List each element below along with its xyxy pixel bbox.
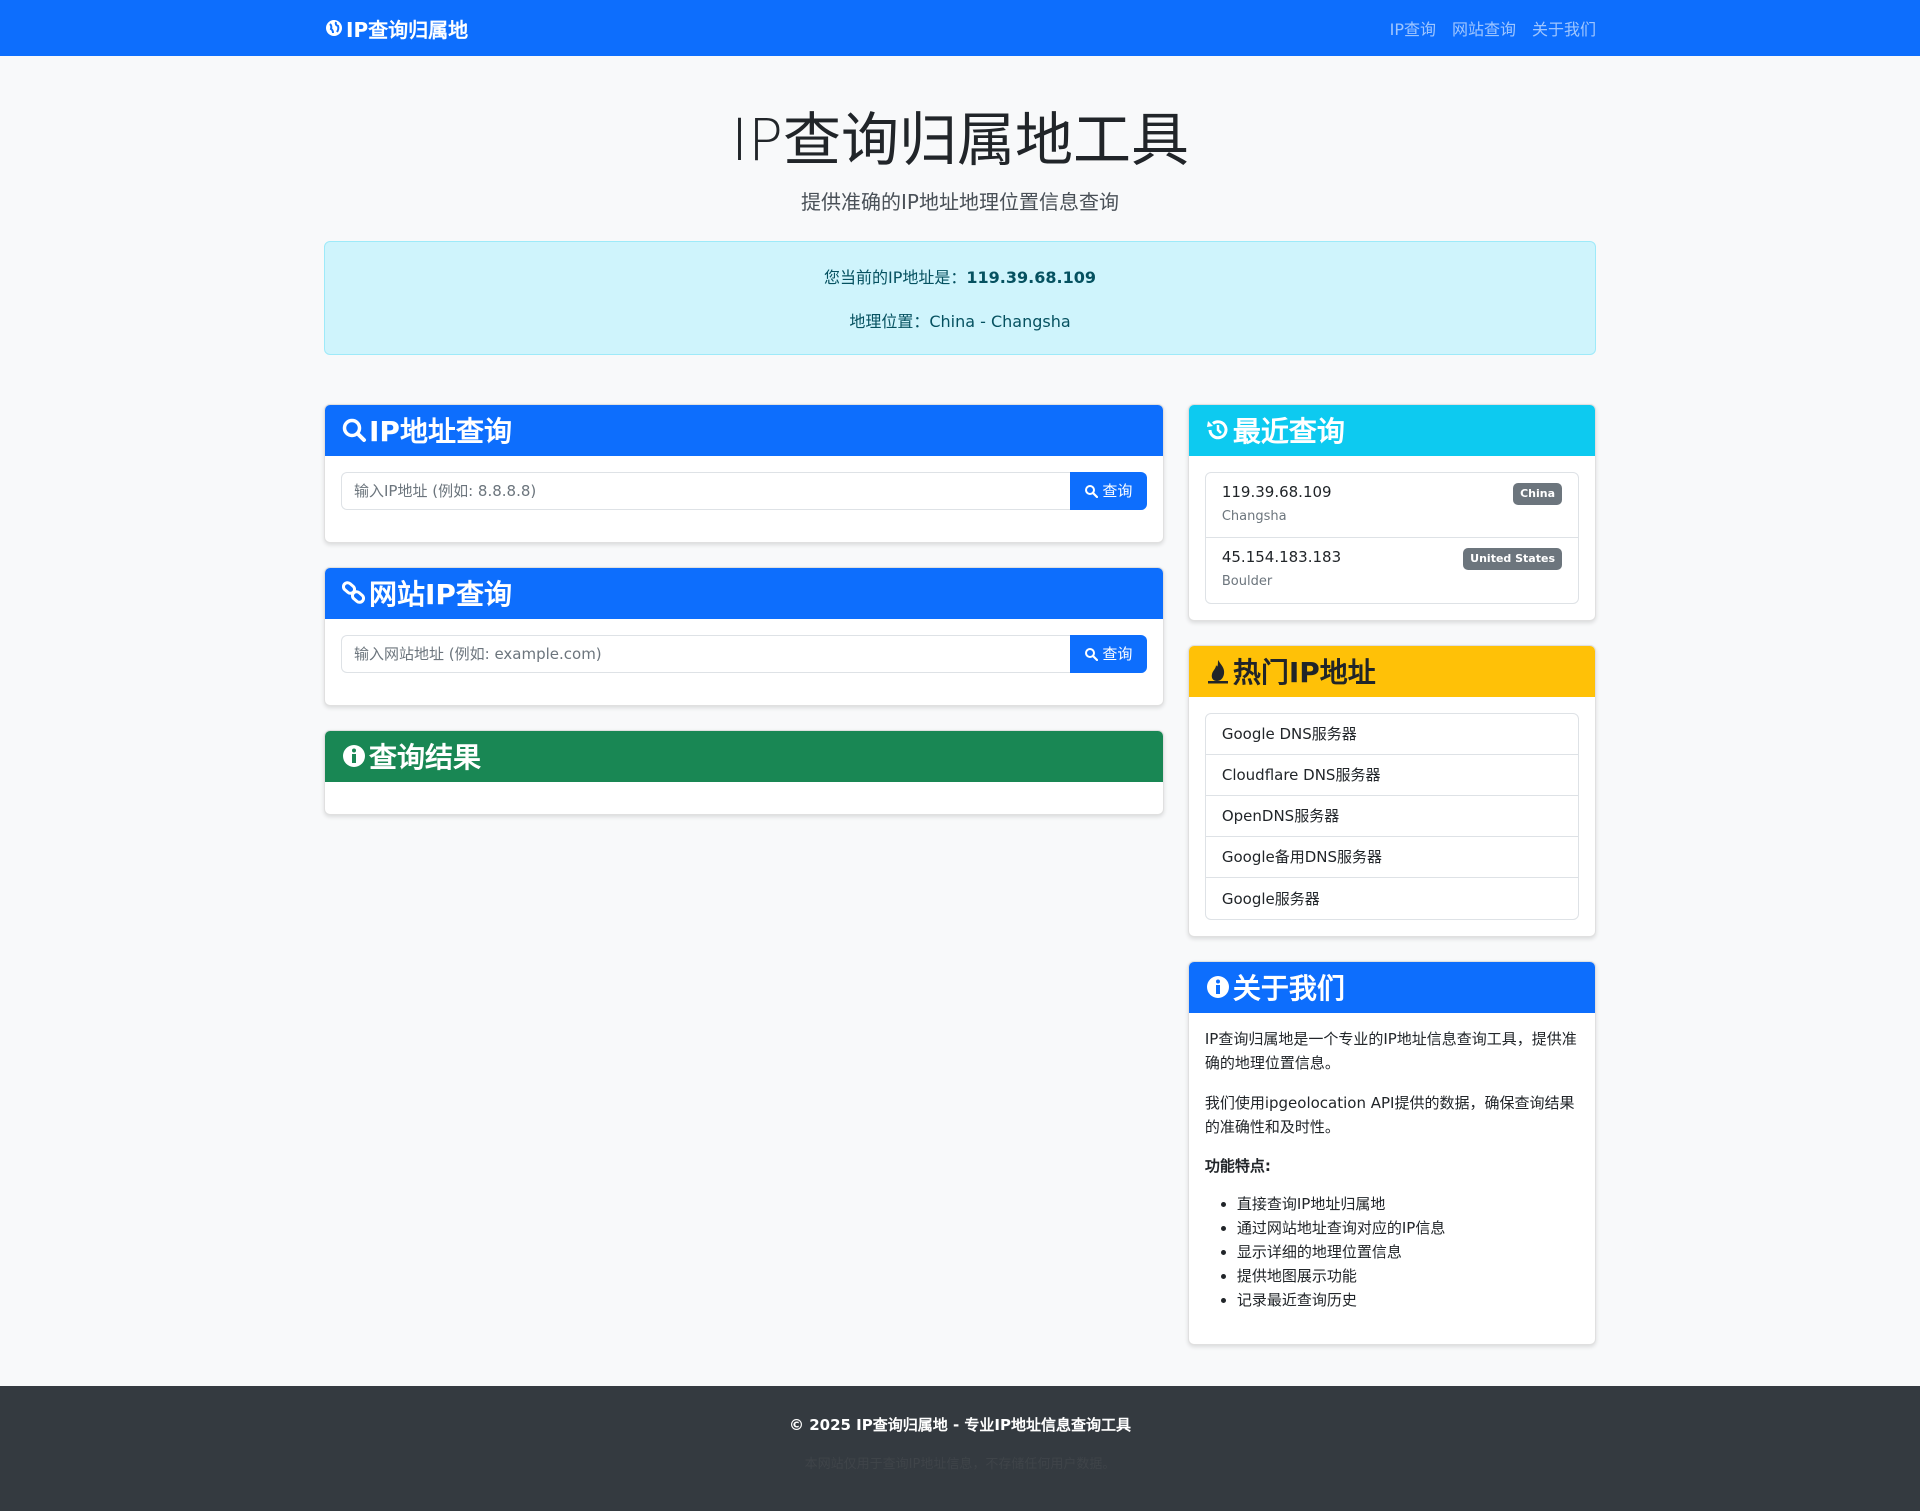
recent-ip: 119.39.68.109 — [1221, 482, 1332, 501]
ip-query-card: IP地址查询 查询 — [324, 403, 1164, 543]
feature-item: 提供地图展示功能 — [1237, 1264, 1579, 1288]
hot-title: 热门IP地址 — [1232, 656, 1376, 690]
ip-input[interactable] — [341, 471, 1070, 510]
site-query-title: 网站IP查询 — [369, 578, 512, 612]
location-value: China - Changsha — [929, 311, 1071, 331]
about-paragraph: IP查询归属地是一个专业的IP地址信息查询工具，提供准确的地理位置信息。 — [1204, 1029, 1577, 1072]
site-query-card: 网站IP查询 查询 — [324, 566, 1164, 706]
current-ip-value: 119.39.68.109 — [966, 267, 1096, 287]
site-input[interactable] — [341, 634, 1070, 673]
result-title: 查询结果 — [369, 741, 482, 775]
about-card: 关于我们 IP查询归属地是一个专业的IP地址信息查询工具，提供准确的地理位置信息… — [1187, 960, 1596, 1345]
country-badge: China — [1513, 482, 1562, 505]
hot-card: 热门IP地址 Google DNS服务器 Cloudflare DNS服务器 O… — [1187, 644, 1596, 937]
current-location-line: 地理位置：China - Changsha — [849, 308, 1070, 332]
page-subtitle: 提供准确的IP地址地理位置信息查询 — [801, 189, 1119, 214]
hot-list: Google DNS服务器 Cloudflare DNS服务器 OpenDNS服… — [1204, 712, 1579, 920]
info-icon — [343, 745, 365, 768]
current-ip-line: 您当前的IP地址是：119.39.68.109 — [824, 264, 1096, 288]
feature-item: 直接查询IP地址归属地 — [1237, 1192, 1579, 1216]
ip-query-button-label: 查询 — [1102, 482, 1133, 501]
features-heading: 功能特点: — [1204, 1156, 1271, 1175]
features-list: 直接查询IP地址归属地 通过网站地址查询对应的IP信息 显示详细的地理位置信息 … — [1205, 1192, 1579, 1312]
hot-item[interactable]: Cloudflare DNS服务器 — [1205, 755, 1578, 796]
result-header: 查询结果 — [325, 730, 1163, 782]
footer: © 2025 IP查询归属地 - 专业IP地址信息查询工具 本网站仅用于查询IP… — [0, 1386, 1920, 1511]
footer-copyright: © 2025 IP查询归属地 - 专业IP地址信息查询工具 — [788, 1416, 1131, 1434]
hot-item[interactable]: Google服务器 — [1206, 878, 1578, 919]
ip-query-title: IP地址查询 — [369, 415, 512, 449]
recent-item[interactable]: 119.39.68.109 Changsha China — [1205, 473, 1578, 538]
page-title: IP查询归属地工具 — [730, 106, 1190, 174]
result-card: 查询结果 — [324, 729, 1164, 815]
recent-city: Changsha — [1221, 508, 1287, 524]
recent-card: 最近查询 119.39.68.109 Changsha China 45.154… — [1187, 403, 1596, 621]
navbar: IP查询归属地 IP查询 网站查询 关于我们 — [0, 0, 1920, 56]
hot-item[interactable]: Google DNS服务器 — [1205, 714, 1578, 755]
about-paragraph: 我们使用ipgeolocation API提供的数据，确保查询结果的准确性和及时… — [1204, 1093, 1575, 1136]
site-query-button-label: 查询 — [1102, 645, 1133, 664]
nav-about[interactable]: 关于我们 — [1532, 16, 1596, 40]
link-icon — [341, 581, 366, 604]
hot-item[interactable]: Google备用DNS服务器 — [1205, 837, 1578, 878]
globe-icon — [326, 20, 342, 36]
recent-header: 最近查询 — [1188, 404, 1595, 456]
search-icon — [1085, 647, 1099, 661]
fire-icon — [1207, 660, 1228, 684]
current-ip-alert: 您当前的IP地址是：119.39.68.109 地理位置：China - Cha… — [324, 240, 1596, 355]
brand-label: IP查询归属地 — [346, 17, 469, 42]
recent-list: 119.39.68.109 Changsha China 45.154.183.… — [1204, 471, 1579, 604]
recent-item[interactable]: 45.154.183.183 Boulder United States — [1206, 538, 1578, 603]
current-ip-label: 您当前的IP地址是： — [824, 267, 967, 287]
recent-ip: 45.154.183.183 — [1221, 547, 1342, 566]
location-label: 地理位置： — [849, 311, 930, 331]
ip-query-header: IP地址查询 — [325, 404, 1163, 456]
site-query-header: 网站IP查询 — [325, 567, 1163, 619]
recent-title: 最近查询 — [1232, 415, 1345, 449]
about-header: 关于我们 — [1188, 961, 1595, 1013]
feature-item: 记录最近查询历史 — [1237, 1288, 1579, 1312]
brand-link[interactable]: IP查询归属地 — [324, 14, 468, 43]
country-badge: United States — [1463, 547, 1562, 570]
ip-query-button[interactable]: 查询 — [1069, 471, 1147, 510]
search-icon — [1085, 484, 1099, 498]
nav-site-query[interactable]: 网站查询 — [1452, 16, 1516, 40]
site-query-button[interactable]: 查询 — [1069, 634, 1147, 673]
recent-city: Boulder — [1221, 573, 1273, 589]
hot-item[interactable]: OpenDNS服务器 — [1205, 796, 1578, 837]
info-icon — [1206, 976, 1229, 999]
feature-item: 通过网站地址查询对应的IP信息 — [1237, 1216, 1579, 1240]
about-title: 关于我们 — [1232, 972, 1345, 1006]
hot-header: 热门IP地址 — [1188, 645, 1595, 697]
nav-ip-query[interactable]: IP查询 — [1390, 16, 1436, 40]
history-icon — [1206, 420, 1228, 440]
footer-disclaimer: 本网站仅用于查询IP地址信息，不存储任何用户数据。 — [804, 1457, 1116, 1472]
feature-item: 显示详细的地理位置信息 — [1237, 1240, 1579, 1264]
search-icon — [342, 418, 366, 443]
